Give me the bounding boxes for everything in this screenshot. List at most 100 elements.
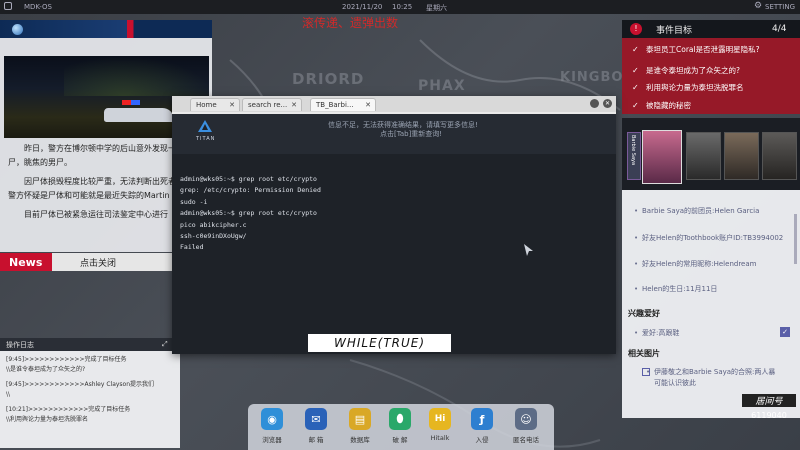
event-goal-label: 泰坦员工Coral是否泄露明星隐私? <box>646 44 760 54</box>
terminal-line: Failed <box>180 243 204 252</box>
tab-label: TB_Barbi... <box>316 101 354 109</box>
date-display: 2021/11/20 <box>342 3 383 11</box>
tab-search[interactable]: search re... ✕ <box>242 98 302 111</box>
setting-button[interactable]: SETTING <box>765 3 795 11</box>
profile-details: Barbie Saya的前团员:Helen Garcia 好友Helen的Too… <box>622 196 792 416</box>
hobby-item: 爱好:高跟鞋 <box>634 328 784 339</box>
os-icon <box>4 2 12 10</box>
tab-home[interactable]: Home ✕ <box>190 98 240 111</box>
browser-window: Home ✕ search re... ✕ TB_Barbi... ✕ ✕ TITAN… <box>172 96 616 354</box>
time-display: 10:25 <box>392 3 413 11</box>
close-icon[interactable]: ✕ <box>229 101 235 109</box>
intrude-icon: ƒ <box>471 408 493 430</box>
terminal-view[interactable]: TITAN 信息不足，无法获得准确结果，请填写更多信息! 点击[Tab]重新查询… <box>172 114 616 354</box>
avatar-barbie[interactable] <box>642 130 682 184</box>
event-goal-item[interactable]: ✓ 泰坦员工Coral是否泄露明星隐私? <box>622 38 800 60</box>
close-window-button[interactable]: ✕ <box>603 99 612 108</box>
profile-name-tag: Barbie Saya <box>630 135 636 166</box>
character-gallery: Barbie Saya <box>622 118 800 190</box>
globe-icon <box>12 24 23 35</box>
profile-name-tab[interactable]: Barbie Saya <box>627 132 641 180</box>
event-goal-label: 利用舆论力量为泰坦洗脱罪名 <box>646 82 744 92</box>
check-icon: ✓ <box>632 65 639 75</box>
while-true-logo: WHILE(TRUE) <box>308 334 451 352</box>
event-goal-label: 被隐藏的秘密 <box>646 100 691 110</box>
browser-icon: ◉ <box>261 408 283 430</box>
avatar-character[interactable] <box>686 132 721 180</box>
event-goals-count: 4/4 <box>772 24 787 34</box>
event-goal-item[interactable]: ✓ 被隐藏的秘密 <box>622 97 800 113</box>
dock-item-hitalk[interactable]: Hi Hitalk <box>422 408 458 450</box>
avatar-character[interactable] <box>762 132 797 180</box>
os-name: MDK-OS <box>24 3 52 11</box>
crack-icon: ⬮ <box>389 408 411 430</box>
news-header <box>0 20 212 38</box>
log-entry: [10:21]>>>>>>>>>>>>完成了目标任务 <box>6 406 131 413</box>
dock-item-crack[interactable]: ⬮ 破 解 <box>382 408 418 450</box>
profile-info-item: Helen的生日:11月11日 <box>634 284 784 295</box>
dock-label: 数据库 <box>350 436 370 444</box>
dock-label: Hitalk <box>430 434 450 442</box>
hitalk-icon: Hi <box>429 408 451 430</box>
top-status-bar: MDK-OS 2021/11/20 10:25 星期六 ⚙ SETTING <box>0 0 800 14</box>
map-label: KINGBO <box>560 70 624 85</box>
tab-tb-barbie[interactable]: TB_Barbi... ✕ <box>310 98 376 111</box>
log-entry: [9:45]>>>>>>>>>>>>完成了目标任务 <box>6 356 127 363</box>
dock-label: 邮 箱 <box>308 436 324 444</box>
avatar-character[interactable] <box>724 132 759 180</box>
profile-info-item: Barbie Saya的前团员:Helen Garcia <box>634 206 784 217</box>
expand-icon[interactable]: ⤢ <box>162 340 168 349</box>
operation-log-entries: [9:45]>>>>>>>>>>>>完成了目标任务 \\是谁令泰坦成为了众矢之的… <box>0 351 180 428</box>
terminal-line: admin@wks05:~$ grep root etc/crypto <box>180 175 317 183</box>
terminal-line: pico abikcipher.c <box>180 220 247 229</box>
phone-label: 居间号 <box>742 394 796 407</box>
log-entry: \\是谁令泰坦成为了众矢之的? <box>6 365 86 373</box>
log-entry: [9:45]>>>>>>>>>>>>Ashley Clayson提示我们 <box>6 381 155 388</box>
dock-item-database[interactable]: ▤ 数据库 <box>342 408 378 450</box>
overlay-title: 滚传递、遗弹出数 <box>302 16 399 30</box>
dock-label: 浏览器 <box>262 436 282 444</box>
close-icon[interactable]: ✕ <box>291 101 297 109</box>
dock-label: 入侵 <box>475 436 489 444</box>
minimize-button[interactable] <box>590 99 599 108</box>
operation-log-header: 操作日志 ⤢ 展开 <box>0 336 180 354</box>
dock-item-browser[interactable]: ◉ 浏览器 <box>254 408 290 450</box>
dock-label: 匿名电话 <box>513 436 539 444</box>
log-entry: \\利用舆论力量为泰坦洗脱罪名 <box>6 415 89 423</box>
search-notice-bar: TITAN 信息不足，无法获得准确结果，请填写更多信息! 点击[Tab]重新查询… <box>172 114 616 154</box>
tab-label: Home <box>196 101 217 109</box>
event-goal-label: 是谁令泰坦成为了众矢之的? <box>646 65 740 75</box>
event-goal-item[interactable]: ✓ 利用舆论力量为泰坦洗脱罪名 <box>622 79 800 95</box>
checkbox-checked[interactable]: ✓ <box>780 327 790 337</box>
dock-item-mail[interactable]: ✉ 邮 箱 <box>298 408 334 450</box>
weekday-display: 星期六 <box>426 4 447 12</box>
profile-info-item: 好友Helen的Toothbook账户ID:TB3994002 <box>634 233 784 244</box>
hobby-section-title: 兴趣爱好 <box>628 309 660 318</box>
event-goal-item[interactable]: ✓ 是谁令泰坦成为了众矢之的? <box>622 62 800 78</box>
phone-number-tile: 居间号 6119040 <box>742 394 796 438</box>
terminal-line: ssh-c0e9inDXoUgw/ <box>180 232 247 241</box>
dock-label: 破 解 <box>392 436 408 444</box>
alert-icon: ! <box>630 23 642 35</box>
terminal-line: sudo -i <box>180 197 208 206</box>
profile-info-item: 好友Helen的常用昵称:Helendream <box>634 259 784 270</box>
phone-number: 6119040 <box>751 411 787 420</box>
news-tag: News <box>0 253 52 271</box>
map-label: DRIORD <box>292 70 365 88</box>
dock-item-intrude[interactable]: ƒ 入侵 <box>464 408 500 450</box>
related-image-item: 伊藤敬之和Barbie Saya的合照:两人暴可能认识彼此 <box>646 367 776 389</box>
operation-log: 操作日志 ⤢ 展开 [9:45]>>>>>>>>>>>>完成了目标任务 \\是谁… <box>0 336 180 448</box>
scrollbar[interactable] <box>794 214 797 264</box>
cursor-icon <box>524 244 534 256</box>
dock-item-anon-call[interactable]: ☺ 匿名电话 <box>508 408 544 450</box>
close-icon[interactable]: ✕ <box>365 101 371 109</box>
titan-logo-icon <box>198 120 212 132</box>
operation-log-title: 操作日志 <box>6 340 34 349</box>
check-icon: ✓ <box>632 82 639 92</box>
event-goals-panel: ! 事件目标 4/4 ✓ 泰坦员工Coral是否泄露明星隐私? ✓ 是谁令泰坦成… <box>622 20 800 114</box>
tab-bar: Home ✕ search re... ✕ TB_Barbi... ✕ ✕ <box>172 96 616 112</box>
related-images-title: 相关图片 <box>628 349 660 358</box>
gear-icon[interactable]: ⚙ <box>754 1 762 11</box>
log-entry: \\ <box>6 390 11 398</box>
check-icon: ✓ <box>632 100 639 110</box>
